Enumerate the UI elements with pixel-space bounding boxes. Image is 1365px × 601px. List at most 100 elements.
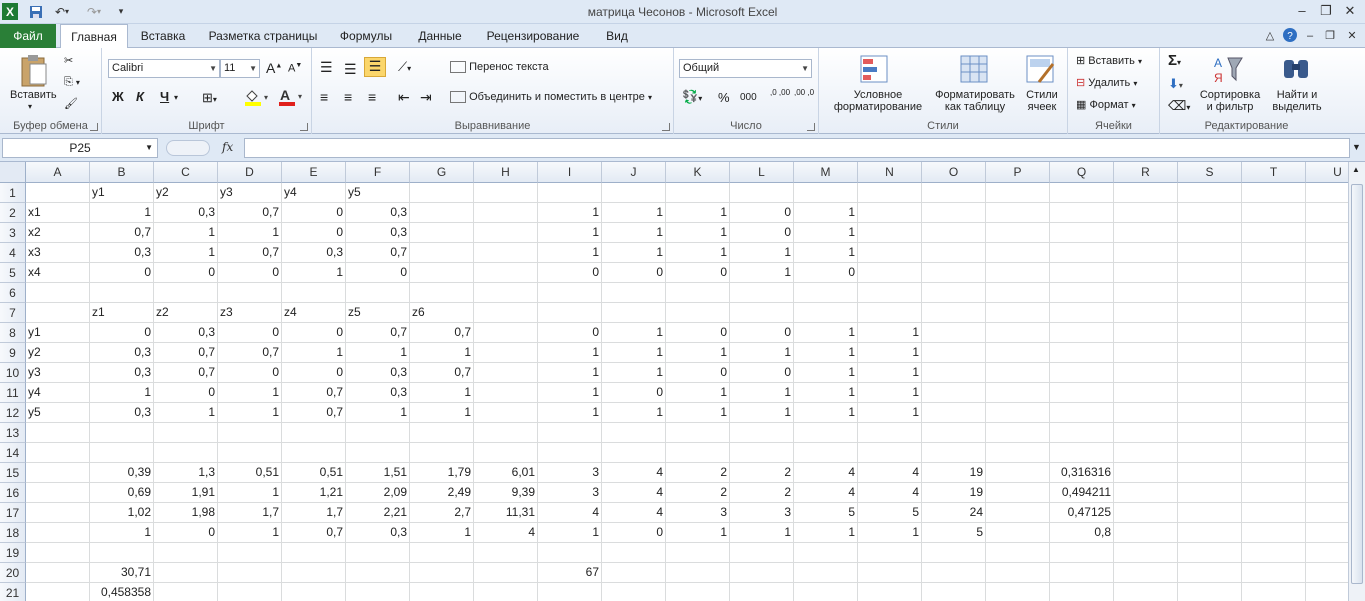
cell-O20[interactable] <box>922 563 986 583</box>
cell-J6[interactable] <box>602 283 666 303</box>
cell-L15[interactable]: 2 <box>730 463 794 483</box>
cell-A21[interactable] <box>26 583 90 601</box>
cell-D17[interactable]: 1,7 <box>218 503 282 523</box>
cell-F18[interactable]: 0,3 <box>346 523 410 543</box>
cell-J18[interactable]: 0 <box>602 523 666 543</box>
cell-H18[interactable]: 4 <box>474 523 538 543</box>
cell-B21[interactable]: 0,458358 <box>90 583 154 601</box>
cell-I18[interactable]: 1 <box>538 523 602 543</box>
cell-G3[interactable] <box>410 223 474 243</box>
cell-M4[interactable]: 1 <box>794 243 858 263</box>
cell-K21[interactable] <box>666 583 730 601</box>
cell-B4[interactable]: 0,3 <box>90 243 154 263</box>
increase-decimal-button[interactable]: ,0 ,00 <box>770 88 790 97</box>
row-header-10[interactable]: 10 <box>0 363 26 383</box>
cell-R4[interactable] <box>1114 243 1178 263</box>
row-header-11[interactable]: 11 <box>0 383 26 403</box>
cell-F21[interactable] <box>346 583 410 601</box>
cell-L5[interactable]: 1 <box>730 263 794 283</box>
column-header-T[interactable]: T <box>1242 162 1306 183</box>
cell-C11[interactable]: 0 <box>154 383 218 403</box>
cell-L11[interactable]: 1 <box>730 383 794 403</box>
cell-B14[interactable] <box>90 443 154 463</box>
accounting-format-icon[interactable]: 💱▾ <box>682 89 702 105</box>
cell-C3[interactable]: 1 <box>154 223 218 243</box>
cell-S15[interactable] <box>1178 463 1242 483</box>
cell-K6[interactable] <box>666 283 730 303</box>
cell-F13[interactable] <box>346 423 410 443</box>
cell-S11[interactable] <box>1178 383 1242 403</box>
cell-T3[interactable] <box>1242 223 1306 243</box>
cell-I11[interactable]: 1 <box>538 383 602 403</box>
cut-icon[interactable]: ✂ <box>64 54 73 67</box>
cell-C4[interactable]: 1 <box>154 243 218 263</box>
cell-M20[interactable] <box>794 563 858 583</box>
tab-file[interactable]: Файл <box>0 24 56 48</box>
cell-N13[interactable] <box>858 423 922 443</box>
cell-L1[interactable] <box>730 183 794 203</box>
cell-D20[interactable] <box>218 563 282 583</box>
cell-E4[interactable]: 0,3 <box>282 243 346 263</box>
cell-R21[interactable] <box>1114 583 1178 601</box>
cell-K1[interactable] <box>666 183 730 203</box>
cell-E6[interactable] <box>282 283 346 303</box>
cell-T14[interactable] <box>1242 443 1306 463</box>
percent-button[interactable]: % <box>718 90 730 105</box>
cell-N2[interactable] <box>858 203 922 223</box>
cell-M1[interactable] <box>794 183 858 203</box>
cell-H3[interactable] <box>474 223 538 243</box>
cell-E13[interactable] <box>282 423 346 443</box>
shrink-font-icon[interactable]: A▼ <box>288 62 302 75</box>
cell-F4[interactable]: 0,7 <box>346 243 410 263</box>
cell-P1[interactable] <box>986 183 1050 203</box>
cell-H2[interactable] <box>474 203 538 223</box>
cell-C17[interactable]: 1,98 <box>154 503 218 523</box>
cell-P19[interactable] <box>986 543 1050 563</box>
cell-P13[interactable] <box>986 423 1050 443</box>
cell-S21[interactable] <box>1178 583 1242 601</box>
cell-H17[interactable]: 11,31 <box>474 503 538 523</box>
cell-R9[interactable] <box>1114 343 1178 363</box>
column-header-R[interactable]: R <box>1114 162 1178 183</box>
cell-P2[interactable] <box>986 203 1050 223</box>
row-header-3[interactable]: 3 <box>0 223 26 243</box>
cell-A11[interactable]: y4 <box>26 383 90 403</box>
expand-formula-bar-icon[interactable]: ▼ <box>1352 142 1361 152</box>
cell-P17[interactable] <box>986 503 1050 523</box>
cell-P7[interactable] <box>986 303 1050 323</box>
cell-F5[interactable]: 0 <box>346 263 410 283</box>
cell-J3[interactable]: 1 <box>602 223 666 243</box>
cell-E20[interactable] <box>282 563 346 583</box>
cell-S7[interactable] <box>1178 303 1242 323</box>
cell-C10[interactable]: 0,7 <box>154 363 218 383</box>
cell-M9[interactable]: 1 <box>794 343 858 363</box>
cell-N19[interactable] <box>858 543 922 563</box>
collapse-ribbon-icon[interactable]: △ <box>1260 27 1280 45</box>
cell-K18[interactable]: 1 <box>666 523 730 543</box>
cell-C1[interactable]: y2 <box>154 183 218 203</box>
cell-B8[interactable]: 0 <box>90 323 154 343</box>
cell-L16[interactable]: 2 <box>730 483 794 503</box>
cell-G6[interactable] <box>410 283 474 303</box>
cell-P5[interactable] <box>986 263 1050 283</box>
cell-F12[interactable]: 1 <box>346 403 410 423</box>
cell-Q5[interactable] <box>1050 263 1114 283</box>
row-header-4[interactable]: 4 <box>0 243 26 263</box>
cell-J9[interactable]: 1 <box>602 343 666 363</box>
cell-B18[interactable]: 1 <box>90 523 154 543</box>
cell-R5[interactable] <box>1114 263 1178 283</box>
cell-L6[interactable] <box>730 283 794 303</box>
cell-E17[interactable]: 1,7 <box>282 503 346 523</box>
align-center-icon[interactable]: ≡ <box>344 89 352 105</box>
cell-K15[interactable]: 2 <box>666 463 730 483</box>
cell-S3[interactable] <box>1178 223 1242 243</box>
cell-B10[interactable]: 0,3 <box>90 363 154 383</box>
cell-S2[interactable] <box>1178 203 1242 223</box>
cell-C6[interactable] <box>154 283 218 303</box>
cell-Q14[interactable] <box>1050 443 1114 463</box>
cell-R2[interactable] <box>1114 203 1178 223</box>
cell-E14[interactable] <box>282 443 346 463</box>
cell-N18[interactable]: 1 <box>858 523 922 543</box>
cell-K17[interactable]: 3 <box>666 503 730 523</box>
cell-M18[interactable]: 1 <box>794 523 858 543</box>
